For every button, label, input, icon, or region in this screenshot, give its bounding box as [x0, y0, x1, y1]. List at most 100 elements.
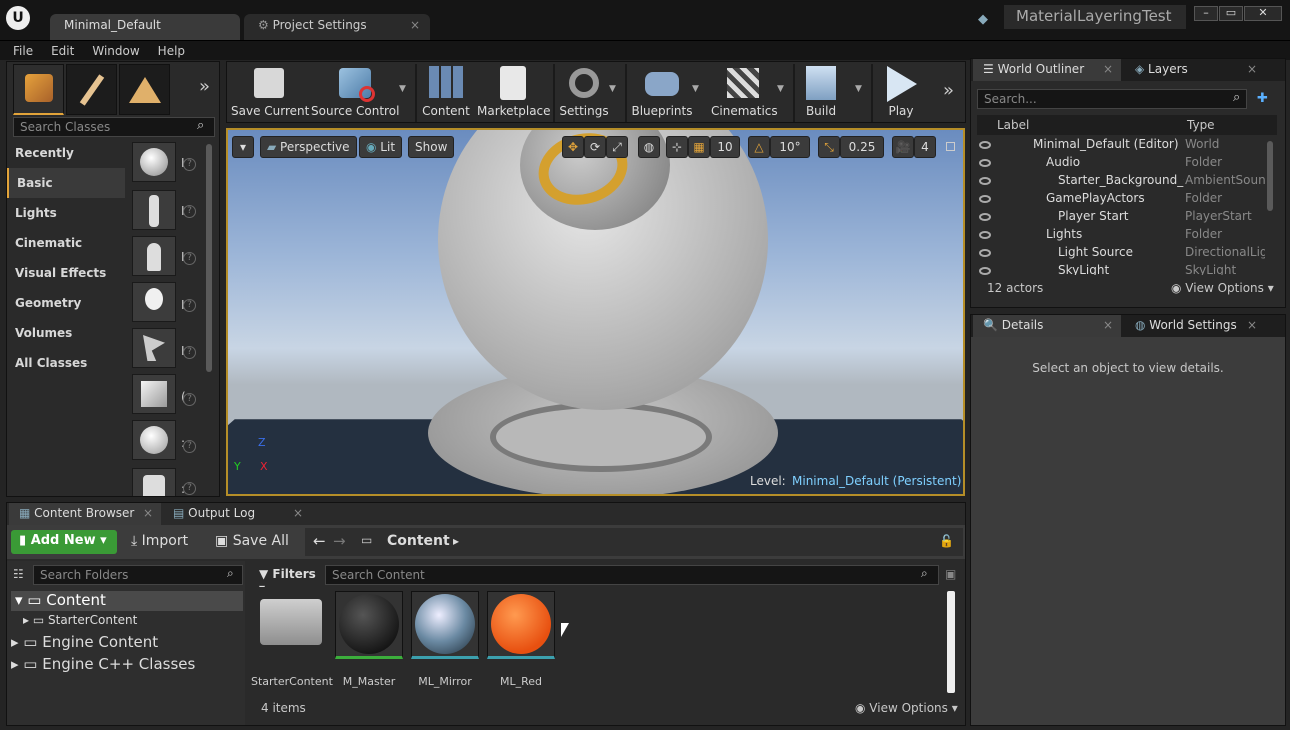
cylinder-thumb[interactable] — [132, 468, 176, 496]
settings-dropdown-arrow-icon[interactable]: ▼ — [609, 84, 616, 94]
outliner-row[interactable]: Player Start PlayerStart — [971, 209, 1267, 227]
help-icon[interactable]: ? — [183, 252, 196, 265]
scale-snap-value[interactable]: 0.25 — [840, 136, 884, 158]
rotation-snap-icon[interactable]: △ — [748, 136, 770, 158]
minimize-button[interactable]: – — [1194, 6, 1218, 21]
source-control-button[interactable]: Source Control — [311, 62, 399, 122]
close-icon[interactable]: × — [143, 506, 153, 520]
translate-tool-icon[interactable]: ✥ — [562, 136, 584, 158]
close-icon[interactable]: × — [1247, 318, 1257, 332]
add-folder-icon[interactable]: ✚ — [1257, 91, 1268, 106]
help-icon[interactable]: ? — [183, 158, 196, 171]
scale-tool-icon[interactable]: ⤢ — [606, 136, 628, 158]
menu-file[interactable]: File — [13, 44, 33, 58]
blueprints-dropdown-arrow-icon[interactable]: ▼ — [692, 84, 699, 94]
play-button[interactable]: Play — [877, 62, 925, 122]
column-type[interactable]: Type — [1187, 118, 1215, 132]
level-viewport[interactable]: ▾ ▰ Perspective ◉ Lit Show ✥ ⟳ ⤢ ◍ ⊹ ▦ 1… — [226, 128, 965, 496]
menu-edit[interactable]: Edit — [51, 44, 74, 58]
tab-project-settings[interactable]: ⚙ Project Settings × — [244, 14, 430, 40]
settings-button[interactable]: Settings — [559, 62, 609, 122]
maximize-viewport-icon[interactable] — [946, 142, 955, 151]
help-icon[interactable]: ? — [183, 393, 196, 406]
category-geometry[interactable]: Geometry — [7, 288, 125, 318]
search-content-input[interactable]: Search Content — [325, 565, 939, 585]
build-dropdown-arrow-icon[interactable]: ▼ — [855, 84, 862, 94]
outliner-row[interactable]: Starter_Background_CuAmbientSound — [971, 173, 1267, 191]
outliner-row[interactable]: SkyLight SkyLight — [971, 263, 1267, 275]
cinematics-button[interactable]: Cinematics — [711, 62, 778, 122]
cube-thumb[interactable] — [132, 374, 176, 414]
asset-thumb-ml-mirror[interactable] — [411, 591, 479, 659]
close-icon[interactable]: × — [410, 18, 420, 32]
landscape-mode-icon[interactable] — [119, 64, 170, 115]
help-icon[interactable]: ? — [183, 346, 196, 359]
category-volumes[interactable]: Volumes — [7, 318, 125, 348]
search-folders-input[interactable]: Search Folders — [33, 565, 243, 585]
asset-thumb-ml-red[interactable] — [487, 591, 555, 659]
folder-row-engine-cpp[interactable]: ▸ ▭ Engine C++ Classes — [11, 655, 195, 673]
view-options-button[interactable]: ◉ View Options ▾ — [855, 701, 958, 715]
column-label[interactable]: Label — [997, 118, 1029, 132]
visibility-eye-icon[interactable] — [979, 159, 991, 167]
category-lights[interactable]: Lights — [7, 198, 125, 228]
outliner-row[interactable]: GamePlayActors Folder — [971, 191, 1267, 209]
source-control-status-icon[interactable]: ◆ — [978, 12, 994, 28]
camera-speed-value[interactable]: 4 — [914, 136, 936, 158]
help-icon[interactable]: ? — [183, 440, 196, 453]
content-button[interactable]: Content — [421, 62, 471, 122]
add-new-button[interactable]: ▮ Add New ▾ — [11, 530, 117, 554]
perspective-button[interactable]: ▰ Perspective — [260, 136, 357, 158]
save-all-button[interactable]: ▣ Save All — [215, 533, 289, 549]
menu-window[interactable]: Window — [92, 44, 139, 58]
help-icon[interactable]: ? — [183, 299, 196, 312]
visibility-eye-icon[interactable] — [979, 249, 991, 257]
visibility-eye-icon[interactable] — [979, 195, 991, 203]
player-start-thumb[interactable] — [132, 328, 176, 368]
category-cinematic[interactable]: Cinematic — [7, 228, 125, 258]
forward-arrow-icon[interactable]: → — [333, 532, 346, 550]
category-recently-placed[interactable]: Recently Placed — [7, 138, 125, 190]
folder-row-engine-content[interactable]: ▸ ▭ Engine Content — [11, 633, 158, 651]
marketplace-button[interactable]: Marketplace — [477, 62, 551, 122]
surface-snap-icon[interactable]: ⊹ — [666, 136, 688, 158]
save-current-button[interactable]: Save Current — [231, 62, 309, 122]
folder-row-startercontent[interactable]: ▸ ▭ StarterContent — [23, 613, 137, 627]
character-thumb[interactable] — [132, 190, 176, 230]
rotate-tool-icon[interactable]: ⟳ — [584, 136, 606, 158]
close-icon[interactable]: × — [1103, 62, 1113, 76]
asset-thumb-m-master[interactable] — [335, 591, 403, 659]
pawn-thumb[interactable] — [132, 236, 176, 276]
unreal-logo-icon[interactable]: U — [6, 6, 30, 30]
close-icon[interactable]: × — [1103, 318, 1113, 332]
visibility-eye-icon[interactable] — [979, 267, 991, 275]
save-search-icon[interactable]: ▣ — [945, 567, 956, 581]
filters-button[interactable]: ▼ Filters ▾ — [255, 565, 323, 595]
show-button[interactable]: Show — [408, 136, 455, 158]
empty-actor-thumb[interactable] — [132, 142, 176, 182]
world-space-icon[interactable]: ◍ — [638, 136, 660, 158]
visibility-eye-icon[interactable] — [979, 177, 991, 185]
category-visual-effects[interactable]: Visual Effects — [7, 258, 125, 288]
visibility-eye-icon[interactable] — [979, 141, 991, 149]
place-mode-icon[interactable] — [13, 64, 64, 115]
scrollbar[interactable] — [206, 144, 212, 372]
help-icon[interactable]: ? — [183, 482, 196, 495]
category-basic[interactable]: Basic — [7, 168, 125, 198]
import-button[interactable]: ⤓ Import — [131, 533, 188, 549]
build-button[interactable]: Build — [799, 62, 843, 122]
outliner-search-input[interactable]: Search... — [977, 89, 1247, 109]
tab-layers[interactable]: ◈ Layers × — [1125, 59, 1265, 81]
outliner-row[interactable]: Minimal_Default (Editor) World — [971, 137, 1267, 155]
grid-snap-value[interactable]: 10 — [710, 136, 740, 158]
blueprints-button[interactable]: Blueprints — [631, 62, 693, 122]
visibility-eye-icon[interactable] — [979, 231, 991, 239]
cinematics-dropdown-arrow-icon[interactable]: ▼ — [777, 84, 784, 94]
path-content[interactable]: Content — [387, 533, 450, 549]
paint-mode-icon[interactable] — [66, 64, 117, 115]
category-all-classes[interactable]: All Classes — [7, 348, 125, 378]
close-window-button[interactable]: ✕ — [1244, 6, 1282, 21]
lit-button[interactable]: ◉ Lit — [359, 136, 403, 158]
tab-minimal-default[interactable]: Minimal_Default — [50, 14, 240, 40]
maximize-button[interactable]: ▭ — [1219, 6, 1243, 21]
